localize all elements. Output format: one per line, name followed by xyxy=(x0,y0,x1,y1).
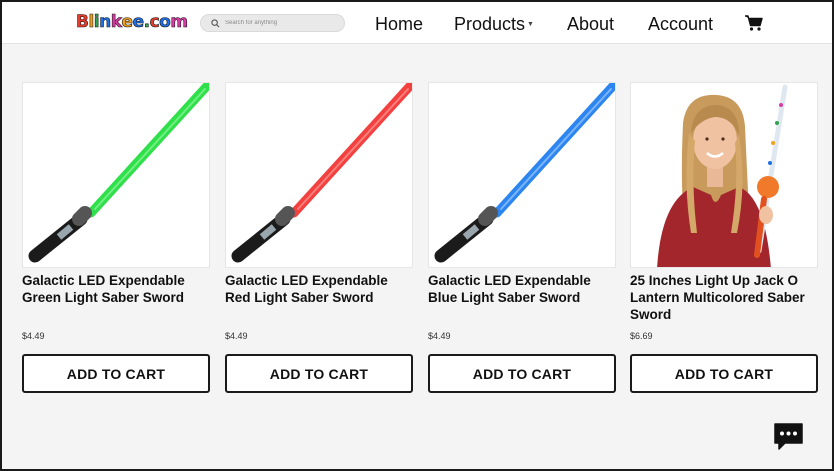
search-bar[interactable] xyxy=(200,14,345,32)
product-name[interactable]: Galactic LED Expendable Red Light Saber … xyxy=(225,272,413,306)
page: Blinkee.com Home Products▼ About Account xyxy=(0,0,834,471)
product-name[interactable]: 25 Inches Light Up Jack O Lantern Multic… xyxy=(630,272,818,323)
product-name[interactable]: Galactic LED Expendable Blue Light Saber… xyxy=(428,272,616,306)
saber-image xyxy=(28,83,209,263)
nav-home[interactable]: Home xyxy=(375,13,423,35)
site-header: Blinkee.com Home Products▼ About Account xyxy=(2,2,832,44)
product-image[interactable] xyxy=(22,82,210,268)
product-card: Galactic LED Expendable Blue Light Saber… xyxy=(428,82,616,393)
product-price: $4.49 xyxy=(428,331,451,341)
search-icon xyxy=(211,18,220,27)
nav-account[interactable]: Account xyxy=(648,13,713,35)
shopping-cart-icon[interactable] xyxy=(744,14,764,32)
add-to-cart-button[interactable]: ADD TO CART xyxy=(630,354,818,393)
product-card: Galactic LED Expendable Green Light Sabe… xyxy=(22,82,210,393)
product-price: $4.49 xyxy=(22,331,45,341)
product-name[interactable]: Galactic LED Expendable Green Light Sabe… xyxy=(22,272,210,306)
product-image[interactable] xyxy=(428,82,616,268)
add-to-cart-button[interactable]: ADD TO CART xyxy=(428,354,616,393)
jack-o-lantern xyxy=(757,176,779,198)
product-price: $4.49 xyxy=(225,331,248,341)
site-logo[interactable]: Blinkee.com xyxy=(76,11,189,33)
nav-about[interactable]: About xyxy=(567,13,614,35)
saber-image xyxy=(434,83,615,263)
nav-products[interactable]: Products ▼ xyxy=(454,13,534,35)
product-price: $6.69 xyxy=(630,331,653,341)
chat-bubble-icon[interactable] xyxy=(773,422,804,452)
search-input[interactable] xyxy=(225,20,335,26)
saber-image xyxy=(231,83,412,263)
product-card: 25 Inches Light Up Jack O Lantern Multic… xyxy=(630,82,818,393)
product-image[interactable] xyxy=(630,82,818,268)
chevron-down-icon: ▼ xyxy=(527,21,534,29)
model-holding-saber-image xyxy=(631,83,817,267)
product-card: Galactic LED Expendable Red Light Saber … xyxy=(225,82,413,393)
product-image[interactable] xyxy=(225,82,413,268)
nav-products-label: Products xyxy=(454,14,526,34)
add-to-cart-button[interactable]: ADD TO CART xyxy=(22,354,210,393)
add-to-cart-button[interactable]: ADD TO CART xyxy=(225,354,413,393)
